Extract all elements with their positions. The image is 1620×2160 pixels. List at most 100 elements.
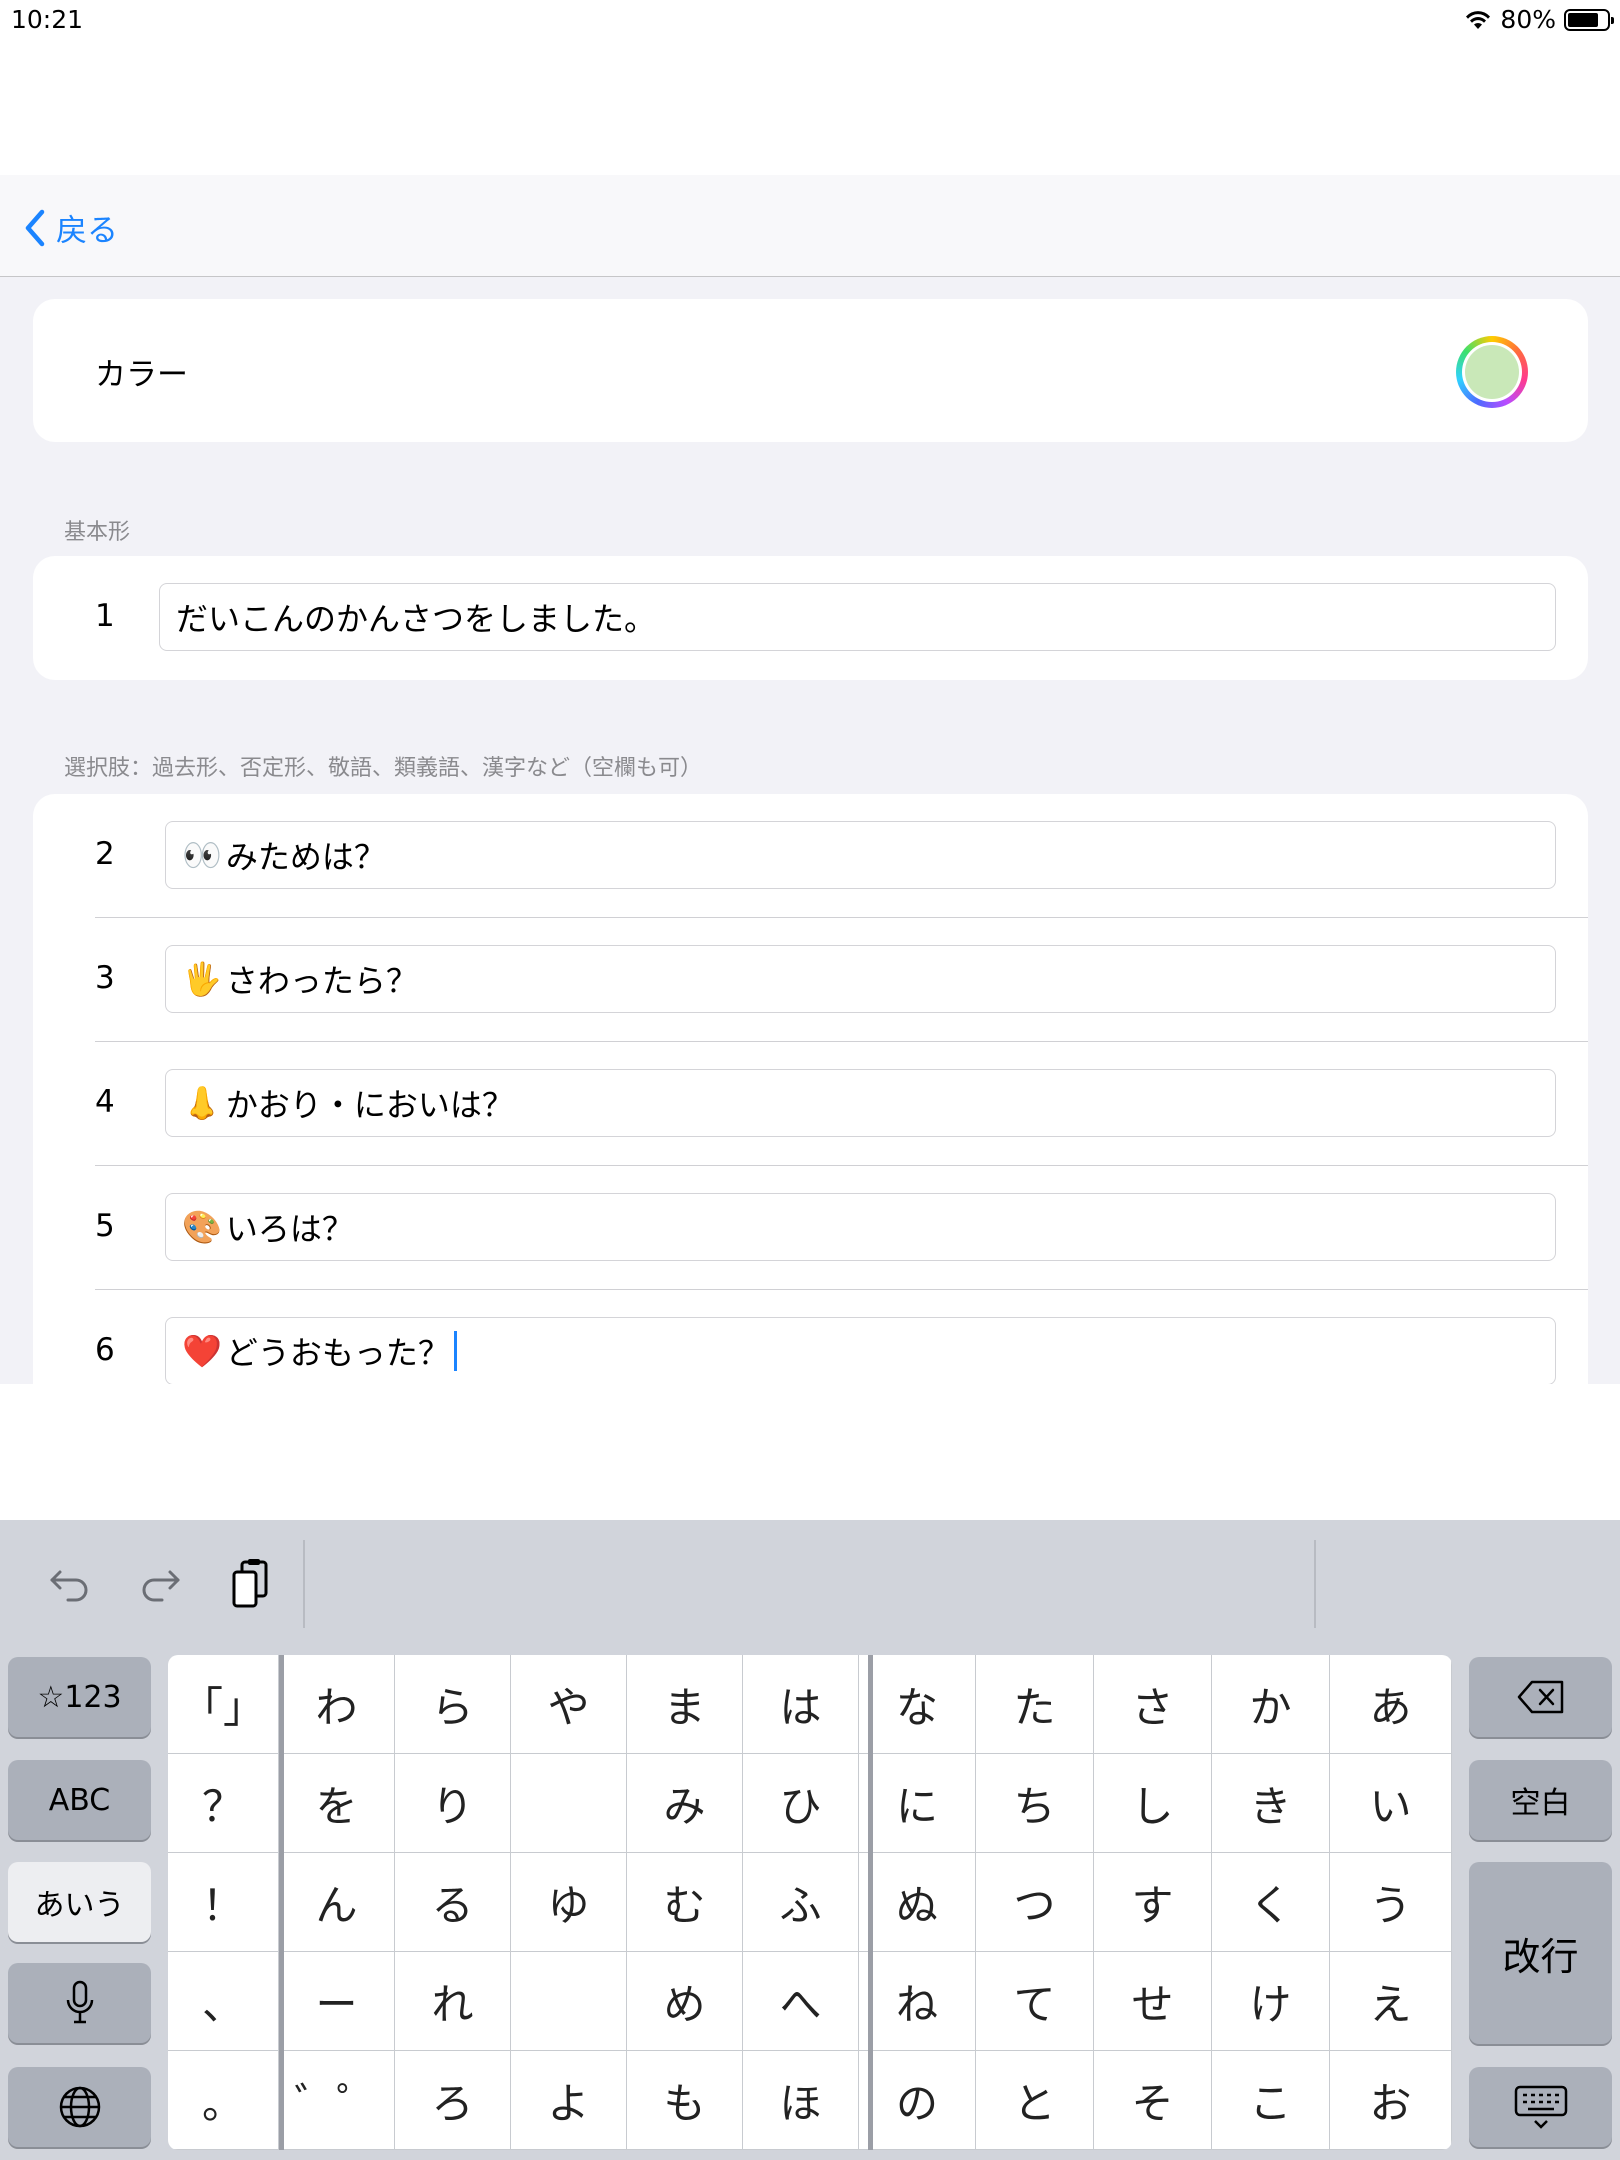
base-section-header: 基本形 [64,520,131,545]
undo-icon [50,1570,88,1602]
toolbar-divider [303,1540,305,1628]
kana-key[interactable]: な [859,1655,976,1754]
kana-key[interactable]: た [976,1655,1094,1754]
kana-key[interactable]: か [1212,1655,1330,1754]
kana-key[interactable]: あ [1330,1655,1452,1754]
option-field[interactable]: 🎨 いろは？ [165,1193,1556,1261]
kana-key[interactable]: へ [743,1952,859,2051]
kana-key[interactable]: さ [1094,1655,1212,1754]
kana-key[interactable]: ら [395,1655,511,1754]
kana-key[interactable]: の [859,2051,976,2150]
battery-percent: 80% [1500,5,1556,34]
kana-key[interactable]: も [627,2051,743,2150]
status-right: 80% [1464,5,1614,34]
option-row: 4 👃 かおり・においは？ [33,1042,1588,1166]
kana-key[interactable]: 、 [168,1952,279,2051]
kana-key[interactable]: に [859,1754,976,1853]
abc-key[interactable]: ABC [8,1760,151,1840]
kana-key[interactable]: 。 [168,2051,279,2150]
kana-key[interactable]: り [395,1754,511,1853]
base-card: 1 だいこんのかんさつをしました。 [33,556,1588,680]
kana-key[interactable]: ゆ [511,1853,627,1952]
kana-key[interactable]: ！ [168,1853,279,1952]
kana-key[interactable]: つ [976,1853,1094,1952]
kana-key[interactable]: ？ [168,1754,279,1853]
kana-key[interactable]: ぬ [859,1853,976,1952]
kana-key[interactable]: 「」 [168,1655,279,1754]
kana-key[interactable]: ふ [743,1853,859,1952]
kana-key-grid: 「」わらやまはなたさかあ ？をり みひにちしきい ！んるゆむふぬつすくう、ーれ めへねて… [168,1655,1452,2150]
kana-key[interactable]: ん [279,1853,395,1952]
toolbar-divider [1314,1540,1316,1628]
kana-key[interactable]: ー [279,1952,395,2051]
kana-key[interactable] [511,1754,627,1853]
hiragana-key[interactable]: あいう [8,1862,151,1942]
color-card: カラー [33,299,1588,442]
backspace-icon [1517,1680,1563,1714]
kana-key[interactable]: ひ [743,1754,859,1853]
grid-divider [868,1655,873,2150]
kana-key[interactable]: て [976,1952,1094,2051]
kana-key[interactable]: ま [627,1655,743,1754]
delete-key[interactable] [1469,1657,1612,1737]
form-content: カラー 基本形 1 だいこんのかんさつをしました。 選択肢：過去形、否定形、敬語… [0,277,1620,1384]
option-row: 3 🖐 さわったら？ [33,918,1588,1042]
options-section-header: 選択肢：過去形、否定形、敬語、類義語、漢字など（空欄も可） [64,756,703,781]
paste-button[interactable] [220,1556,280,1612]
option-field-focused[interactable]: ❤️ どうおもった？ [165,1317,1556,1384]
undo-button[interactable] [40,1556,100,1612]
kana-key[interactable]: ね [859,1952,976,2051]
kana-key[interactable]: け [1212,1952,1330,2051]
kana-key[interactable]: は [743,1655,859,1754]
base-form-field[interactable]: だいこんのかんさつをしました。 [159,583,1556,651]
kana-key[interactable]: し [1094,1754,1212,1853]
kana-key[interactable]: ち [976,1754,1094,1853]
return-key[interactable]: 改行 [1469,1862,1612,2044]
dismiss-keyboard-key[interactable] [1469,2067,1612,2147]
kana-key[interactable]: を [279,1754,395,1853]
space-key[interactable]: 空白 [1469,1760,1612,1840]
kana-key[interactable]: お [1330,2051,1452,2150]
kana-key[interactable]: ほ [743,2051,859,2150]
option-row: 2 👀 みためは？ [33,794,1588,918]
battery-icon [1564,8,1614,31]
keyboard-toolbar [0,1520,1620,1648]
wifi-icon [1466,10,1491,29]
kana-key[interactable]: き [1212,1754,1330,1853]
palette-emoji: 🎨 [182,1208,222,1246]
nose-emoji: 👃 [182,1084,222,1122]
kana-key[interactable]: せ [1094,1952,1212,2051]
option-field[interactable]: 👀 みためは？ [165,821,1556,889]
kana-key[interactable]: め [627,1952,743,2051]
kana-key[interactable]: う [1330,1853,1452,1952]
kana-key[interactable]: よ [511,2051,627,2150]
kana-key[interactable]: そ [1094,2051,1212,2150]
heart-emoji: ❤️ [182,1332,222,1370]
kana-key[interactable]: わ [279,1655,395,1754]
option-row: 6 ❤️ どうおもった？ [33,1290,1588,1384]
dictation-key[interactable] [8,1963,151,2043]
kana-key[interactable]: れ [395,1952,511,2051]
symbols-key[interactable]: ☆123 [8,1657,151,1737]
option-field[interactable]: 👃 かおり・においは？ [165,1069,1556,1137]
kana-key[interactable]: い [1330,1754,1452,1853]
color-picker-button[interactable] [1456,336,1528,408]
kana-key[interactable]: と [976,2051,1094,2150]
redo-button[interactable] [130,1556,190,1612]
kana-key[interactable]: ゛゜ [279,2051,395,2150]
option-field[interactable]: 🖐 さわったら？ [165,945,1556,1013]
redo-icon [142,1570,180,1602]
kana-key[interactable]: ろ [395,2051,511,2150]
kana-key[interactable]: く [1212,1853,1330,1952]
kana-key[interactable]: み [627,1754,743,1853]
kana-key[interactable]: え [1330,1952,1452,2051]
kana-key[interactable]: こ [1212,2051,1330,2150]
globe-key[interactable] [8,2067,151,2147]
navigation-bar: 戻る [0,175,1620,277]
kana-key[interactable]: す [1094,1853,1212,1952]
kana-key[interactable]: む [627,1853,743,1952]
kana-key[interactable]: や [511,1655,627,1754]
back-button[interactable]: 戻る [24,205,118,250]
kana-key[interactable]: る [395,1853,511,1952]
kana-key[interactable] [511,1952,627,2051]
